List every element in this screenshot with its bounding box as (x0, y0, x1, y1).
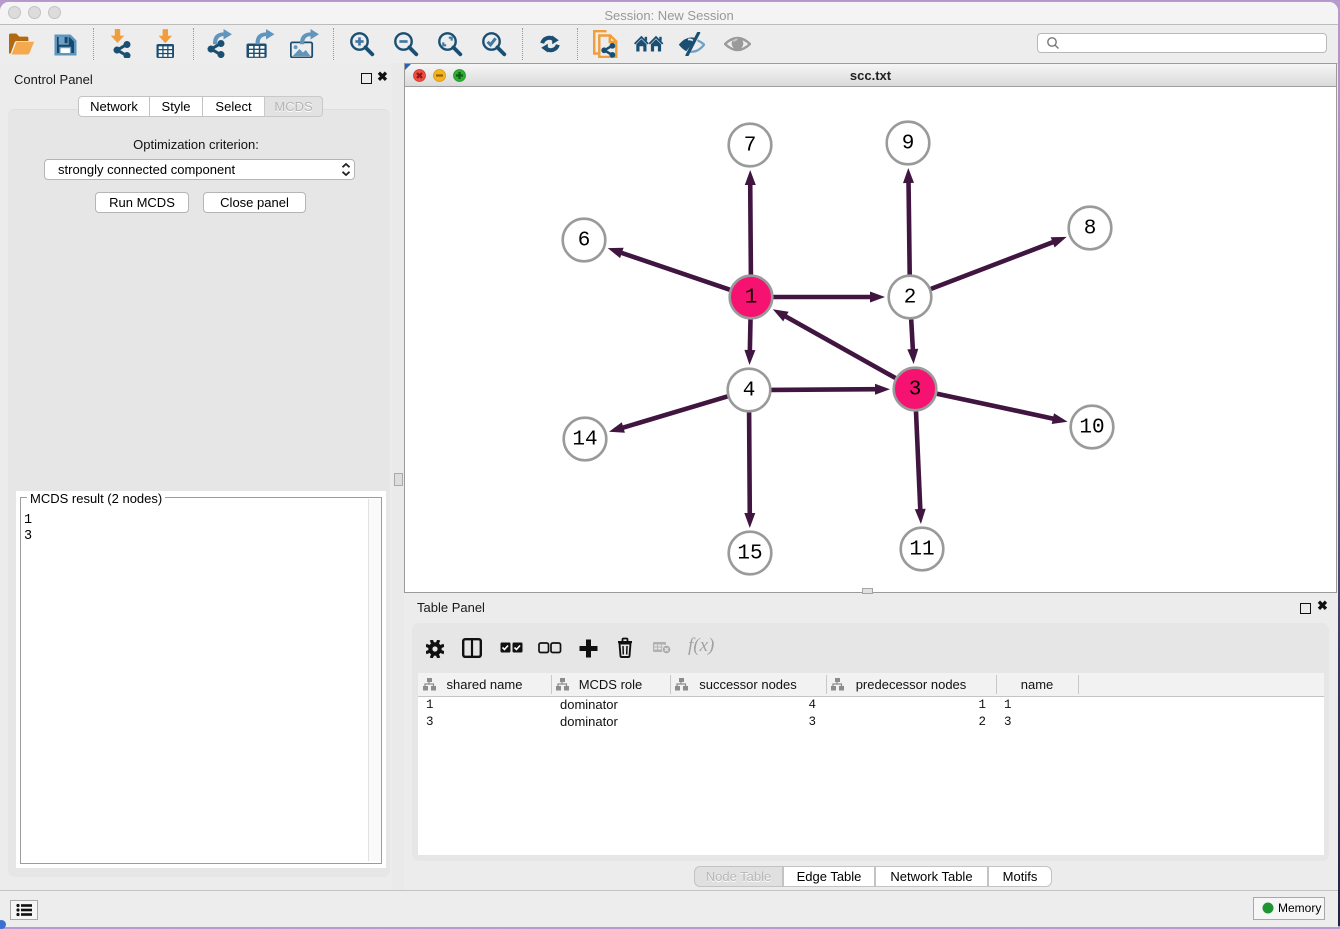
svg-text:9: 9 (902, 133, 915, 156)
svg-text:14: 14 (572, 429, 597, 452)
svg-text:4: 4 (743, 380, 756, 403)
svg-text:3: 3 (909, 379, 922, 402)
svg-text:1: 1 (745, 287, 758, 310)
svg-text:8: 8 (1084, 218, 1097, 241)
svg-text:6: 6 (578, 230, 591, 253)
svg-text:2: 2 (904, 287, 917, 310)
svg-text:7: 7 (744, 135, 757, 158)
svg-text:15: 15 (737, 543, 762, 566)
svg-text:11: 11 (909, 539, 934, 562)
svg-text:10: 10 (1079, 417, 1104, 440)
